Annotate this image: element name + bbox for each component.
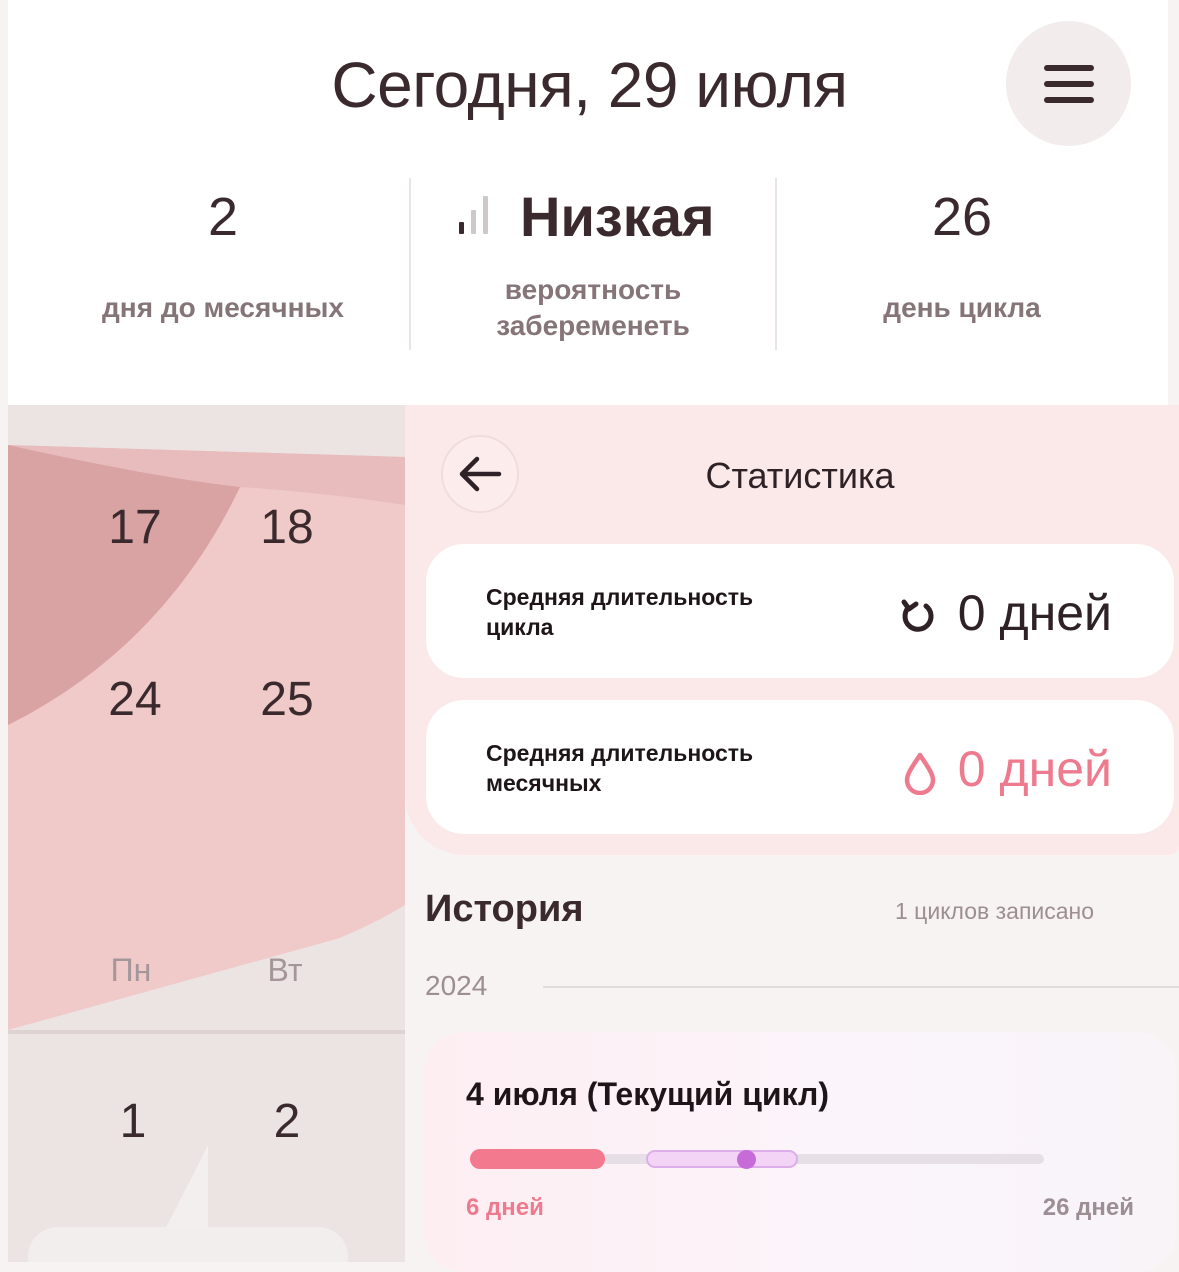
avg-cycle-label: Средняя длительность цикла <box>486 582 826 642</box>
calendar-background <box>8 405 405 1262</box>
ovulation-marker <box>737 1150 756 1169</box>
calendar-day[interactable]: 1 <box>88 1094 178 1149</box>
year-divider <box>543 986 1179 988</box>
period-length-label: 6 дней <box>466 1194 544 1221</box>
avg-period-label-line2: месячных <box>486 770 602 796</box>
days-until-period-value: 2 <box>207 187 239 247</box>
avg-period-value-row: 0 дней <box>902 740 1112 798</box>
avg-cycle-card: Средняя длительность цикла 0 дней <box>426 544 1174 678</box>
drop-icon <box>904 752 936 796</box>
cycle-day-value: 26 <box>931 187 993 247</box>
history-count: 1 циклов записано <box>895 898 1095 924</box>
back-button[interactable] <box>441 435 519 513</box>
pregnancy-chance-label-line1: вероятность <box>504 274 682 305</box>
history-title: История <box>425 888 584 930</box>
page-title: Сегодня, 29 июля <box>331 49 848 121</box>
avg-cycle-value-row: 0 дней <box>896 584 1112 642</box>
fertile-window-segment <box>646 1150 798 1168</box>
calendar-day[interactable]: 24 <box>90 672 180 727</box>
cycle-card[interactable]: 4 июля (Текущий цикл) 6 дней 26 дней <box>424 1032 1176 1272</box>
year-label: 2024 <box>425 970 488 1001</box>
divider <box>775 178 777 350</box>
calendar-day[interactable]: 17 <box>90 500 180 555</box>
weekday-label: Пн <box>110 952 152 988</box>
avg-period-value: 0 дней <box>957 741 1112 797</box>
menu-icon-line <box>1044 81 1094 87</box>
cycle-length-label: 26 дней <box>1042 1194 1134 1221</box>
period-segment <box>470 1149 605 1169</box>
avg-period-card: Средняя длительность месячных 0 дней <box>426 700 1174 834</box>
cycle-title: 4 июля (Текущий цикл) <box>466 1076 829 1112</box>
avg-cycle-label-line2: цикла <box>486 614 554 640</box>
divider <box>409 178 411 350</box>
calendar-day[interactable]: 25 <box>242 672 332 727</box>
pregnancy-chance-value: Низкая <box>520 185 715 248</box>
statistics-title: Статистика <box>705 455 895 496</box>
refresh-icon <box>901 599 934 632</box>
menu-icon-line <box>1044 97 1094 103</box>
menu-button[interactable] <box>1006 21 1131 146</box>
days-until-period-label: дня до месячных <box>102 292 344 323</box>
avg-cycle-label-line1: Средняя длительность <box>486 584 754 610</box>
cycle-day-label: день цикла <box>883 292 1041 323</box>
weekday-label: Вт <box>267 952 303 988</box>
calendar-decor <box>8 445 405 1262</box>
avg-period-label: Средняя длительность месячных <box>486 738 826 798</box>
pregnancy-chance-label: вероятность забеременеть <box>440 272 746 344</box>
avg-period-label-line1: Средняя длительность <box>486 740 754 766</box>
avg-cycle-value: 0 дней <box>957 585 1112 641</box>
signal-bars-icon <box>458 188 492 236</box>
menu-icon <box>1044 65 1094 71</box>
pregnancy-chance-label-line2: забеременеть <box>496 310 690 341</box>
calendar-day[interactable]: 18 <box>242 500 332 555</box>
arrow-left-icon <box>459 456 502 492</box>
calendar-day[interactable]: 2 <box>242 1094 332 1149</box>
